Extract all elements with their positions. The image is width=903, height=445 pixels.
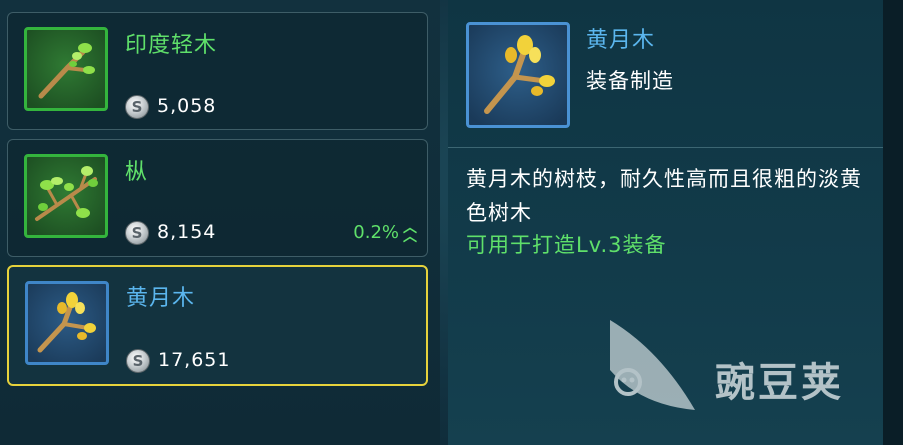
silver-coin-icon: S (125, 95, 149, 119)
item-list-panel: 印度轻木 S 5,058 枞 S 8,154 0.2% ︿ ︿ 黄月木 S 17… (0, 0, 440, 445)
green-branch-icon (24, 27, 108, 111)
item-price: 17,651 (158, 349, 231, 371)
item-price: 8,154 (157, 221, 217, 243)
silver-coin-icon: S (125, 221, 149, 245)
item-price: 5,058 (157, 95, 217, 117)
pea-pod-logo-icon (610, 320, 695, 410)
watermark: 豌豆荚 (600, 310, 890, 420)
double-chevron-up-icon: ︿ ︿ (403, 220, 417, 245)
divider (448, 147, 883, 148)
detail-usage: 可用于打造Lv.3装备 (466, 233, 667, 257)
list-item-yellow-moonwood[interactable]: 黄月木 S 17,651 (7, 265, 428, 386)
leafy-branch-icon (24, 154, 108, 238)
price-trend: 0.2% (353, 222, 399, 243)
yellow-branch-icon (466, 22, 570, 128)
watermark-text: 豌豆荚 (715, 360, 844, 406)
list-item-indian-balsa[interactable]: 印度轻木 S 5,058 (7, 12, 428, 130)
detail-description: 黄月木的树枝，耐久性高而且很粗的淡黄色树木 (466, 167, 862, 225)
yellow-branch-icon (25, 281, 109, 365)
detail-item-name: 黄月木 (586, 28, 656, 53)
silver-coin-icon: S (126, 349, 150, 373)
item-name: 黄月木 (126, 286, 196, 311)
list-item-fir[interactable]: 枞 S 8,154 0.2% ︿ ︿ (7, 139, 428, 257)
item-name: 印度轻木 (125, 33, 218, 58)
item-name: 枞 (125, 160, 149, 185)
detail-item-type: 装备制造 (586, 69, 674, 93)
